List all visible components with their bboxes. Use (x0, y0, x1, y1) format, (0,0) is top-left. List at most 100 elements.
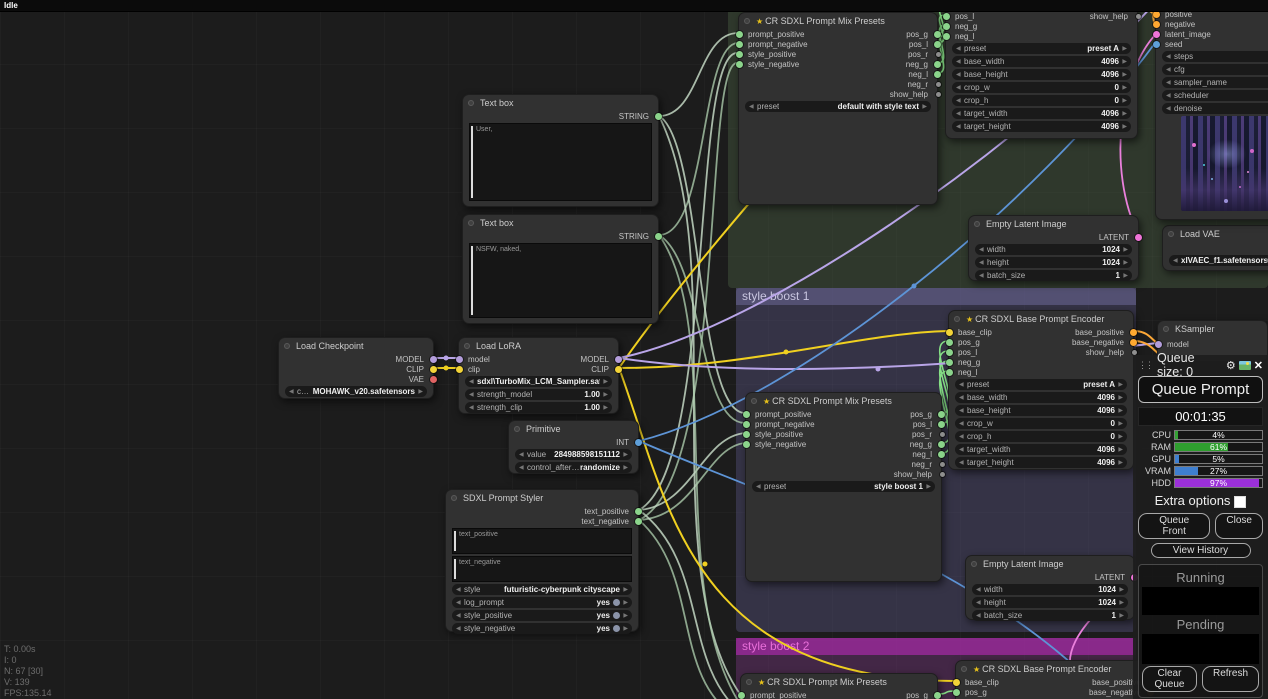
output-slot[interactable] (935, 51, 941, 57)
output-slot[interactable] (933, 60, 941, 68)
base-height-widget[interactable]: base_height 4096 (952, 69, 1131, 80)
node-load-vae[interactable]: Load VAE vae_namexlVAEC_f1.safetensors (1162, 225, 1268, 271)
group-title[interactable]: style boost 1 (736, 288, 1136, 305)
node-header[interactable]: ★ CR SDXL Base Prompt Encoder (949, 311, 1133, 327)
node-header[interactable]: Text box (463, 95, 658, 111)
output-slot-string[interactable] (654, 232, 662, 240)
crop-h-widget[interactable]: crop_h 0 (952, 95, 1131, 106)
collapse-icon[interactable] (284, 343, 290, 349)
node-header[interactable]: ★ CR SDXL Prompt Mix Presets (741, 674, 937, 690)
output-slot[interactable] (935, 91, 941, 97)
style-negative-toggle[interactable]: style_negative yes (452, 623, 632, 634)
preset-widget[interactable]: preset default with style text (745, 101, 931, 112)
input-slot[interactable] (735, 30, 743, 38)
collapse-icon[interactable] (514, 426, 520, 432)
input-slot[interactable] (742, 440, 750, 448)
base-width-widget[interactable]: base_width 4096 (955, 392, 1127, 403)
preset-widget[interactable]: preset style boost 1 (752, 481, 935, 492)
output-slot[interactable] (937, 420, 945, 428)
collapse-icon[interactable] (468, 220, 474, 226)
collapse-icon[interactable] (971, 561, 977, 567)
style-widget[interactable]: style futuristic-cyberpunk cityscape (452, 584, 632, 595)
output-slot-clip[interactable] (614, 365, 622, 373)
output-slot-text-negative[interactable] (634, 517, 642, 525)
gallery-icon[interactable] (1238, 360, 1251, 370)
collapse-icon[interactable] (1168, 231, 1174, 237)
output-slot[interactable] (937, 450, 945, 458)
height-widget[interactable]: height 1024 (975, 257, 1132, 268)
node-load-lora[interactable]: Load LoRA model MODEL clip CLIP sdxl\Turbo… (455, 337, 622, 414)
output-slot[interactable] (1129, 338, 1137, 346)
node-text-box-2[interactable]: Text box STRING NSFW, naked, (462, 214, 662, 324)
output-slot-text-positive[interactable] (634, 507, 642, 515)
collapse-icon[interactable] (751, 398, 757, 404)
node-header[interactable]: ★ CR SDXL Base Prompt Encoder (956, 661, 1150, 677)
output-slot[interactable] (1131, 349, 1137, 355)
output-slot-model[interactable] (614, 355, 622, 363)
node-header[interactable]: SDXL Prompt Styler (446, 490, 638, 506)
toggle-knob-icon[interactable] (613, 612, 620, 620)
input-slot[interactable] (945, 358, 953, 366)
output-slot-string[interactable] (654, 112, 662, 120)
input-slot-model[interactable] (1154, 340, 1162, 348)
batch-size-widget[interactable]: batch_size 1 (975, 270, 1132, 281)
height-widget[interactable]: height 1024 (972, 597, 1128, 608)
output-slot-model[interactable] (429, 355, 437, 363)
collapse-icon[interactable] (746, 679, 752, 685)
close-button[interactable]: Close (1215, 513, 1263, 539)
input-slot[interactable] (952, 688, 960, 696)
cfg-widget[interactable]: cfg (1162, 64, 1268, 75)
input-slot-seed[interactable] (1152, 40, 1160, 48)
crop-h-widget[interactable]: crop_h 0 (955, 431, 1127, 442)
target-height-widget[interactable]: target_height 4096 (955, 457, 1127, 468)
collapse-icon[interactable] (954, 316, 960, 322)
lora-name-widget[interactable]: sdxl\TurboMix_LCM_Sampler.safetensors (465, 376, 612, 387)
output-slot[interactable] (939, 431, 945, 437)
target-width-widget[interactable]: target_width 4096 (952, 108, 1131, 119)
preset-widget[interactable]: preset preset A (952, 43, 1131, 54)
input-slot[interactable] (945, 328, 953, 336)
output-slot[interactable] (933, 40, 941, 48)
node-graph-canvas[interactable]: style boost 1 style boost 2 Text box STR… (0, 0, 1268, 699)
control-after-generate-widget[interactable]: control_after_generaterandomize (515, 462, 632, 473)
collapse-icon[interactable] (974, 221, 980, 227)
node-sdxl-prompt-styler[interactable]: SDXL Prompt Styler text_positive text_ne… (445, 489, 642, 634)
node-header[interactable]: Load LoRA (459, 338, 618, 354)
toggle-knob-icon[interactable] (613, 625, 620, 633)
batch-size-widget[interactable]: batch_size 1 (972, 610, 1128, 621)
input-slot[interactable] (952, 678, 960, 686)
view-history-button[interactable]: View History (1150, 543, 1251, 558)
output-slot-clip[interactable] (429, 365, 437, 373)
node-base-prompt-encoder-bottom[interactable]: ★ CR SDXL Base Prompt Encoder base_clip ba… (952, 660, 1154, 699)
steps-widget[interactable]: steps (1162, 51, 1268, 62)
input-slot[interactable] (735, 50, 743, 58)
scheduler-widget[interactable]: scheduler (1162, 90, 1268, 101)
text-input[interactable]: NSFW, naked, (469, 243, 652, 318)
node-header[interactable]: Load VAE (1163, 226, 1268, 242)
collapse-icon[interactable] (451, 495, 457, 501)
strength-model-widget[interactable]: strength_model 1.00 (465, 389, 612, 400)
queue-front-button[interactable]: Queue Front (1138, 513, 1211, 539)
text-input[interactable]: User, (469, 123, 652, 201)
node-header[interactable]: ★ CR SDXL Prompt Mix Presets (739, 13, 937, 29)
sampler-name-widget[interactable]: sampler_name (1162, 77, 1268, 88)
node-header[interactable]: Empty Latent Image (969, 216, 1138, 232)
style-positive-toggle[interactable]: style_positive yes (452, 610, 632, 621)
collapse-icon[interactable] (744, 18, 750, 24)
ckpt-name-widget[interactable]: ckpt_nameMOHAWK_v20.safetensors (285, 386, 427, 397)
collapse-icon[interactable] (468, 100, 474, 106)
node-header[interactable]: Load Checkpoint (279, 338, 433, 354)
input-slot-model[interactable] (455, 355, 463, 363)
node-load-checkpoint[interactable]: Load Checkpoint MODEL CLIP VAE ckpt_name… (278, 337, 437, 399)
output-slot[interactable] (937, 440, 945, 448)
input-slot[interactable] (735, 40, 743, 48)
node-prompt-mix-presets-mid[interactable]: ★ CR SDXL Prompt Mix Presets prompt_posit… (742, 392, 945, 582)
input-slot-clip[interactable] (455, 365, 463, 373)
input-slot[interactable] (942, 32, 950, 40)
output-slot-vae[interactable] (429, 375, 437, 383)
input-slot[interactable] (942, 22, 950, 30)
node-prompt-mix-presets-bottom[interactable]: ★ CR SDXL Prompt Mix Presets prompt_posit… (737, 673, 941, 699)
gear-icon[interactable]: ⚙ (1226, 359, 1236, 372)
input-slot[interactable] (945, 368, 953, 376)
output-slot[interactable] (939, 461, 945, 467)
